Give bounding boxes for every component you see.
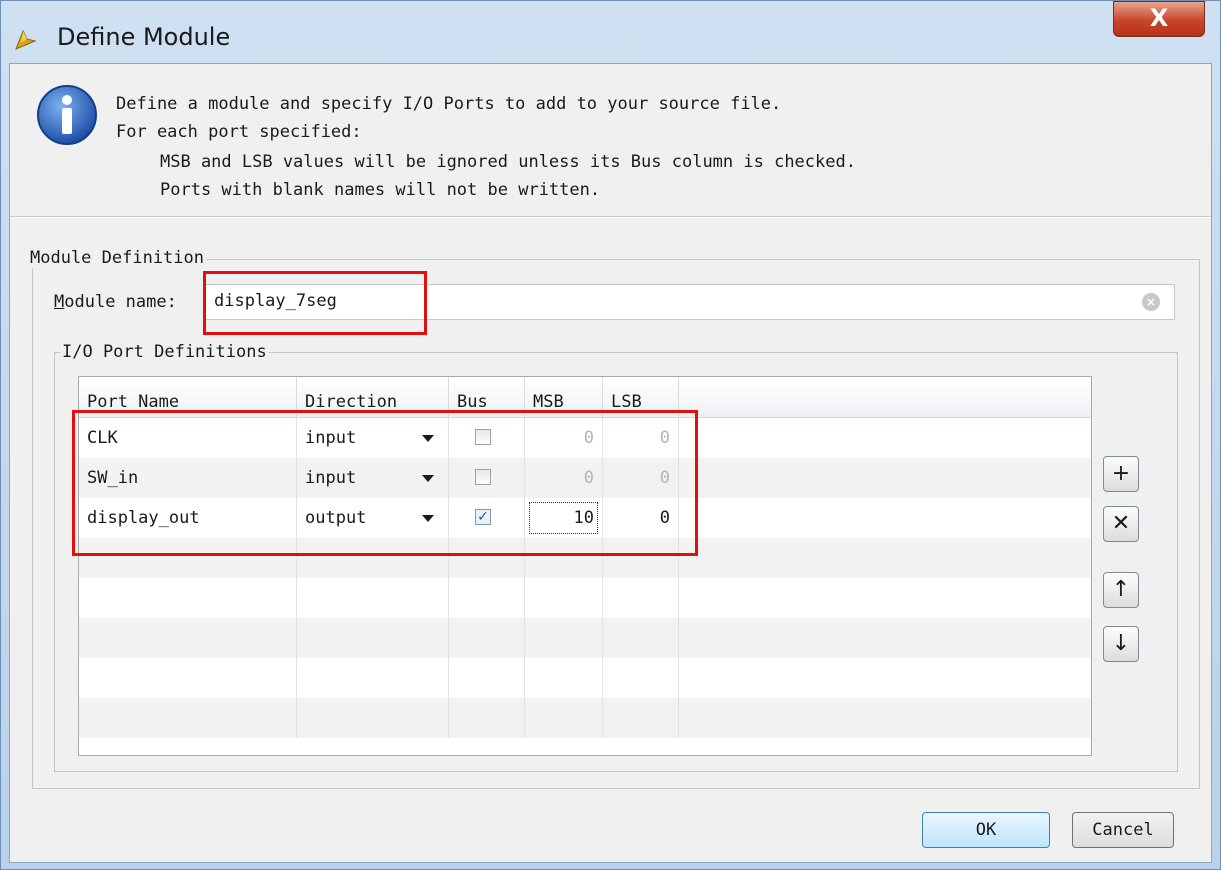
table-row[interactable]	[79, 658, 1091, 698]
table-row[interactable]	[79, 618, 1091, 658]
move-up-button[interactable]: ↑	[1103, 572, 1139, 608]
close-button[interactable]: X	[1113, 1, 1205, 37]
highlight-module-name	[203, 271, 427, 335]
empty-cell[interactable]	[449, 658, 525, 698]
info-line-2: For each port specified:	[116, 122, 362, 142]
module-name-label: Module name:	[54, 292, 177, 312]
empty-cell[interactable]	[297, 618, 449, 658]
define-module-window: Define Module X Define a module and spec…	[0, 0, 1221, 870]
window-title: Define Module	[57, 23, 231, 51]
port-definitions-label: I/O Port Definitions	[60, 342, 269, 362]
empty-cell[interactable]	[79, 698, 297, 738]
empty-cell[interactable]	[79, 578, 297, 618]
ok-button[interactable]: OK	[922, 812, 1050, 848]
empty-cell[interactable]	[79, 618, 297, 658]
empty-cell[interactable]	[449, 698, 525, 738]
arrow-up-icon: ↑	[1111, 577, 1131, 602]
empty-cell[interactable]	[297, 698, 449, 738]
info-line-4: Ports with blank names will not be writt…	[160, 180, 601, 200]
module-name-mnemonic: M	[54, 292, 65, 312]
info-icon	[37, 85, 97, 145]
empty-cell[interactable]	[79, 658, 297, 698]
separator	[10, 216, 1211, 218]
info-line-3: MSB and LSB values will be ignored unles…	[160, 152, 856, 172]
highlight-port-rows	[72, 410, 698, 556]
empty-cell[interactable]	[449, 618, 525, 658]
empty-cell[interactable]	[525, 698, 603, 738]
add-port-button[interactable]: +	[1103, 456, 1139, 492]
empty-cell[interactable]	[525, 578, 603, 618]
title-bar[interactable]: Define Module X	[1, 1, 1220, 63]
empty-cell[interactable]	[603, 618, 679, 658]
info-line-1: Define a module and specify I/O Ports to…	[116, 94, 782, 114]
empty-cell[interactable]	[603, 578, 679, 618]
empty-cell[interactable]	[525, 618, 603, 658]
x-icon: ✕	[1111, 511, 1131, 536]
empty-cell[interactable]	[525, 658, 603, 698]
module-definition-label: Module Definition	[28, 248, 206, 268]
module-name-label-text: odule name:	[64, 292, 177, 312]
clear-icon[interactable]: ×	[1142, 293, 1160, 311]
app-icon	[15, 29, 37, 50]
remove-port-button[interactable]: ✕	[1103, 506, 1139, 542]
close-icon: X	[1149, 4, 1169, 32]
cancel-button[interactable]: Cancel	[1072, 812, 1174, 848]
dialog-body: Define a module and specify I/O Ports to…	[9, 63, 1212, 863]
empty-cell[interactable]	[603, 658, 679, 698]
empty-cell[interactable]	[297, 658, 449, 698]
move-down-button[interactable]: ↓	[1103, 626, 1139, 662]
plus-icon: +	[1111, 461, 1131, 486]
arrow-down-icon: ↓	[1111, 631, 1131, 656]
empty-cell[interactable]	[603, 698, 679, 738]
table-row[interactable]	[79, 578, 1091, 618]
empty-cell[interactable]	[297, 578, 449, 618]
empty-cell[interactable]	[449, 578, 525, 618]
table-row[interactable]	[79, 698, 1091, 738]
